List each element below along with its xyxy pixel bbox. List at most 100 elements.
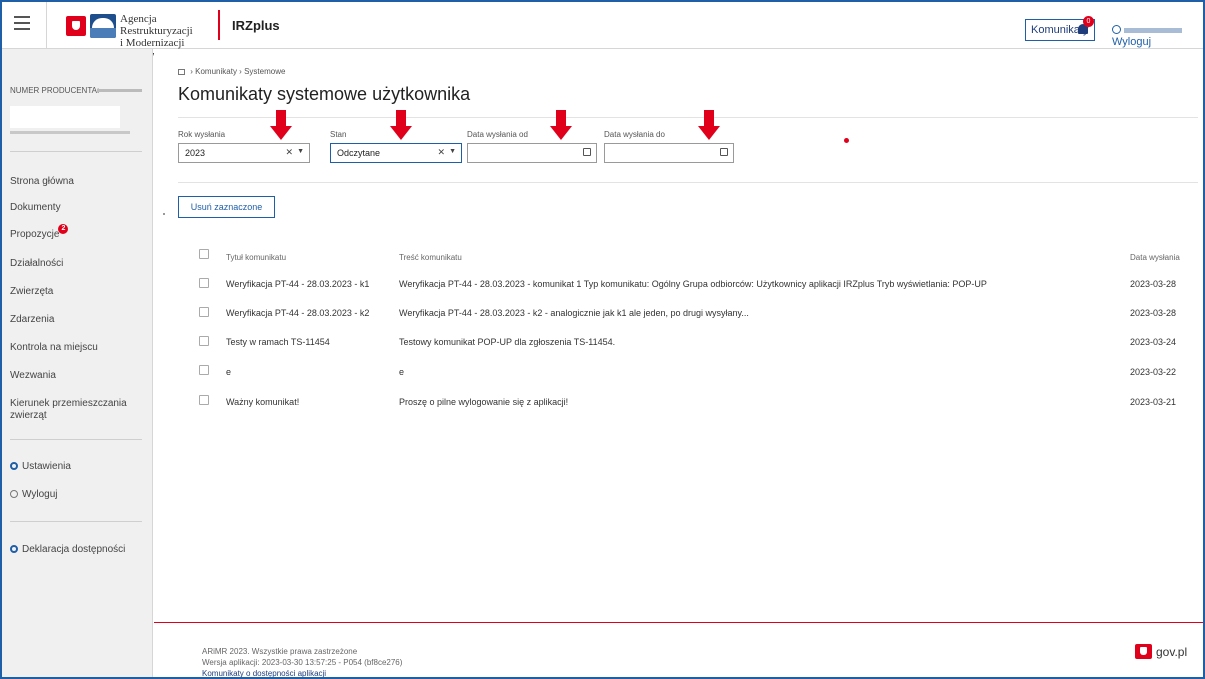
sidebar-item-inspection[interactable]: Kontrola na miejscu xyxy=(10,342,98,353)
sidebar-item-settings[interactable]: Ustawienia xyxy=(10,461,71,472)
message-date: 2023-03-28 xyxy=(1130,308,1177,318)
message-content: Proszę o pilne wylogowanie się z aplikac… xyxy=(399,397,569,407)
breadcrumb-separator: › xyxy=(190,67,193,76)
row-checkbox[interactable] xyxy=(199,307,209,317)
producer-number-label: NUMER PRODUCENTA: xyxy=(10,86,100,95)
message-date: 2023-03-22 xyxy=(1130,367,1177,377)
breadcrumb-separator: › xyxy=(239,67,242,76)
proposals-count-badge: 2 xyxy=(58,224,69,234)
sidebar-item-logout[interactable]: Wyloguj xyxy=(10,489,57,500)
sidebar-item-summons[interactable]: Wezwania xyxy=(10,370,56,381)
column-header-date: Data wysłania xyxy=(1130,253,1180,262)
message-title: e xyxy=(226,367,232,377)
date-from-input[interactable] xyxy=(467,143,597,163)
date-to-input[interactable] xyxy=(604,143,734,163)
divider xyxy=(10,521,142,522)
clear-icon[interactable]: ✕ xyxy=(437,147,445,158)
message-content: Testowy komunikat POP-UP dla zgłoszenia … xyxy=(399,337,616,347)
home-icon[interactable] xyxy=(178,69,185,75)
decorative-dot xyxy=(163,213,165,215)
message-content: Weryfikacja PT-44 - 28.03.2023 - k2 - an… xyxy=(399,308,749,318)
status-select[interactable]: Odczytane ✕ ▼ xyxy=(330,143,462,163)
redacted-producer-number xyxy=(97,89,142,92)
breadcrumb-item-messages[interactable]: Komunikaty xyxy=(195,67,237,76)
sidebar-item-events[interactable]: Zdarzenia xyxy=(10,314,54,325)
status-select-value: Odczytane xyxy=(337,148,381,158)
divider xyxy=(218,10,220,40)
footer-copyright: ARiMR 2023. Wszystkie prawa zastrzeżone xyxy=(202,647,358,656)
sidebar-item-animals[interactable]: Zwierzęta xyxy=(10,286,53,297)
year-select-value: 2023 xyxy=(185,148,206,158)
footer-accessibility: Komunikaty o dostępności aplikacji xyxy=(202,669,326,677)
divider xyxy=(10,439,142,440)
page-title: Komunikaty systemowe użytkownika xyxy=(178,84,471,104)
row-checkbox[interactable] xyxy=(199,336,209,346)
breadcrumb-item-system: Systemowe xyxy=(244,67,286,76)
date-from-label: Data wysłania od xyxy=(467,130,528,139)
calendar-icon[interactable] xyxy=(720,148,728,156)
divider xyxy=(178,182,1198,183)
footer-version: Wersja aplikacji: 2023-03-30 13:57:25 - … xyxy=(202,658,403,667)
breadcrumb: › Komunikaty › Systemowe xyxy=(178,67,285,76)
divider xyxy=(46,2,47,48)
year-filter-label: Rok wysłania xyxy=(178,130,226,139)
divider xyxy=(10,151,142,152)
clear-icon[interactable]: ✕ xyxy=(285,147,293,158)
logout-icon xyxy=(10,490,18,498)
redacted-producer-name xyxy=(10,106,120,128)
sidebar-item-label: Wyloguj xyxy=(22,489,58,500)
message-date: 2023-03-21 xyxy=(1130,397,1177,407)
message-title: Testy w ramach TS-11454 xyxy=(226,337,330,347)
user-menu[interactable]: Wyloguj xyxy=(1112,24,1203,48)
accessibility-icon xyxy=(10,545,18,553)
sidebar-item-activities[interactable]: Działalności xyxy=(10,258,63,269)
status-filter-label: Stan xyxy=(330,130,347,139)
column-header-content: Treść komunikatu xyxy=(399,253,462,262)
agency-line-1: Agencja Restrukturyzacji xyxy=(120,13,193,37)
footer-divider xyxy=(154,622,1203,623)
annotation-arrow xyxy=(698,110,720,140)
message-title: Weryfikacja PT-44 - 28.03.2023 - k1 xyxy=(226,279,370,289)
bell-icon: 0 xyxy=(1078,16,1094,34)
notifications-count-badge: 0 xyxy=(1083,16,1094,27)
message-title: Weryfikacja PT-44 - 28.03.2023 - k2 xyxy=(226,308,370,318)
sidebar-item-label: Ustawienia xyxy=(22,461,71,472)
column-header-title: Tytuł komunikatu xyxy=(226,253,287,262)
sidebar-item-accessibility[interactable]: Deklaracja dostępności xyxy=(10,544,125,555)
sidebar-item-animal-movement[interactable]: Kierunek przemieszczania zwierząt xyxy=(10,398,130,422)
sidebar-item-label: Propozycje xyxy=(10,229,60,240)
sidebar-item-label: Deklaracja dostępności xyxy=(22,544,126,555)
arimr-logo xyxy=(90,14,116,38)
gov-logo-text[interactable]: gov.pl xyxy=(1156,645,1187,659)
year-select[interactable]: 2023 ✕ ▼ xyxy=(178,143,310,163)
message-date: 2023-03-28 xyxy=(1130,279,1177,289)
row-checkbox[interactable] xyxy=(199,395,209,405)
sidebar-item-documents[interactable]: Dokumenty xyxy=(10,202,61,213)
sidebar: NUMER PRODUCENTA: Strona główna Dokument… xyxy=(2,49,153,677)
logout-link[interactable]: Wyloguj xyxy=(1112,36,1151,48)
delete-selected-button[interactable]: Usuń zaznaczone xyxy=(178,196,275,218)
annotation-arrow xyxy=(270,110,292,140)
menu-icon[interactable] xyxy=(14,16,30,30)
message-content: e xyxy=(399,367,405,377)
row-checkbox[interactable] xyxy=(199,278,209,288)
chevron-down-icon[interactable]: ▼ xyxy=(297,148,304,155)
annotation-arrow xyxy=(390,110,412,140)
message-date: 2023-03-24 xyxy=(1130,337,1177,347)
notifications-button[interactable]: Komunikaty 0 xyxy=(1025,16,1095,41)
calendar-icon[interactable] xyxy=(583,148,591,156)
sidebar-item-home[interactable]: Strona główna xyxy=(10,176,74,187)
select-all-checkbox[interactable] xyxy=(199,249,209,259)
main-content: › Komunikaty › Systemowe Komunikaty syst… xyxy=(154,49,1203,677)
row-checkbox[interactable] xyxy=(199,365,209,375)
gov-emblem-icon xyxy=(1135,644,1152,659)
annotation-dot xyxy=(844,138,849,143)
accessibility-link[interactable]: Komunikaty o dostępności aplikacji xyxy=(202,669,326,677)
poland-emblem-icon xyxy=(66,16,86,36)
redacted-username xyxy=(1124,27,1182,33)
sidebar-item-proposals[interactable]: Propozycje 2 xyxy=(10,224,69,240)
redacted-address xyxy=(10,131,130,134)
chevron-down-icon[interactable]: ▼ xyxy=(449,148,456,155)
gear-icon xyxy=(10,462,18,470)
date-to-label: Data wysłania do xyxy=(604,130,665,139)
